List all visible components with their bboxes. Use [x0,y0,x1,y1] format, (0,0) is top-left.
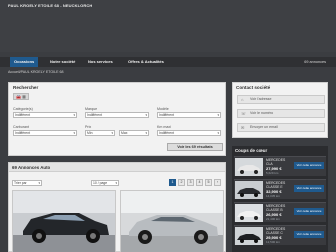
nav-offres-actualites[interactable]: Offres & Actualités [124,57,168,67]
car-card-1[interactable] [12,190,116,252]
listing-panel: 69 Annonces Auto Trier par ▾ 10 / page ▾ 1… [8,162,226,252]
nav-occasions[interactable]: Occasions [10,57,39,67]
chevron-down-icon: ▾ [73,113,75,117]
chevron-down-icon: ▾ [145,113,147,117]
listing-title: 69 Annonces Auto [12,165,51,170]
view-ad-button[interactable]: Voir cette annonce [294,162,324,169]
contact-title: Contact société [236,85,271,90]
page-2[interactable]: 2 [178,179,185,186]
view-ad-button[interactable]: Voir cette annonce [294,231,324,238]
featured-km: 5,629 km [266,171,279,175]
price-min-select[interactable]: Min ▾ [85,130,115,136]
km-label: Km maxi [157,125,171,129]
featured-item[interactable]: MERCEDES CLASSE C 29,900 € 12,500 km Voi… [234,225,326,245]
chevron-down-icon: ▾ [38,181,40,185]
fuel-select[interactable]: Indifférent ▾ [13,130,77,136]
featured-km: 21,400 km [266,217,281,221]
page-5[interactable]: 5 [205,179,212,186]
chevron-down-icon: ▾ [111,131,113,135]
view-ad-button[interactable]: Voir cette annonce [294,208,324,215]
brand-select[interactable]: Indifférent ▾ [85,112,149,118]
chevron-down-icon: ▾ [115,181,117,185]
phone-icon: ☏ [241,111,247,116]
view-toggle[interactable]: 🚘 ▦ [13,93,29,100]
model-label: Modèle [157,107,169,111]
page-3[interactable]: 3 [187,179,194,186]
envelope-icon: ✉ [241,125,245,130]
featured-panel: Coups de cœur MERCEDES CLA 27,990 € 5,62… [232,146,328,252]
model-select[interactable]: Indifférent ▾ [157,112,221,118]
car-thumbnail [235,158,263,176]
location-icon: ⌂ [241,97,244,102]
car-photo [121,191,223,252]
page-4[interactable]: 4 [196,179,203,186]
featured-km: 12,500 km [266,240,281,244]
chevron-down-icon: ▾ [217,131,219,135]
address-button[interactable]: ⌂ Voir l'adresse [237,95,325,104]
price-label: Prix [85,125,92,129]
main-nav: Occasions Notre société Nos services Off… [0,57,336,67]
featured-item[interactable]: MERCEDES CLA 27,990 € 5,629 km Voir cett… [234,156,326,176]
grid-icon: ▦ [22,93,26,99]
km-select[interactable]: Indifférent ▾ [157,130,221,136]
car-thumbnail [235,204,263,222]
car-icon: 🚘 [16,93,22,99]
brand-label: Marque [85,107,98,111]
phone-button[interactable]: ☏ Voir le numéro [237,109,325,118]
car-card-2[interactable] [120,190,224,252]
page-next[interactable]: › [214,179,221,186]
results-button[interactable]: Voir les 69 résultats [167,143,223,151]
contact-panel: Contact société ⌂ Voir l'adresse ☏ Voir le… [232,82,328,138]
search-title: Rechercher [13,85,39,90]
sort-select[interactable]: Trier par ▾ [12,180,42,186]
car-thumbnail [235,181,263,199]
breadcrumb[interactable]: Accueil/PAUL KROELY ETOILE 68 [8,70,64,74]
site-title[interactable]: PAUL KROELY ETOILE 68 - NEUCKLORCH [8,3,92,8]
chevron-down-icon: ▾ [145,131,147,135]
header: PAUL KROELY ETOILE 68 - NEUCKLORCH [0,0,336,52]
category-select[interactable]: Indifférent ▾ [13,112,77,118]
ad-count: 69 annonces [304,60,326,64]
car-photo [13,191,115,252]
view-ad-button[interactable]: Voir cette annonce [294,185,324,192]
category-label: Catégorie(s) [13,107,33,111]
pagination: 1 2 3 4 5 › [169,179,221,186]
nav-nos-services[interactable]: Nos services [84,57,117,67]
nav-notre-societe[interactable]: Notre société [46,57,79,67]
chevron-down-icon: ▾ [217,113,219,117]
featured-item[interactable]: MERCEDES CLASSE B 26,900 € 21,400 km Voi… [234,202,326,222]
car-thumbnail [235,227,263,245]
chevron-down-icon: ▾ [73,131,75,135]
fuel-label: Carburant [13,125,29,129]
page-1[interactable]: 1 [169,179,176,186]
price-max-select[interactable]: Max ▾ [119,130,149,136]
featured-item[interactable]: MERCEDES CLASSE E 32,900 € 14,035 km Voi… [234,179,326,199]
featured-km: 14,035 km [266,194,281,198]
email-button[interactable]: ✉ Envoyer un email [237,123,325,132]
featured-title: Coups de cœur [235,148,268,153]
listing-header: 69 Annonces Auto [9,163,225,172]
search-panel: Rechercher 🚘 ▦ Catégorie(s) Indifférent ▾… [8,82,226,156]
per-page-select[interactable]: 10 / page ▾ [91,180,119,186]
